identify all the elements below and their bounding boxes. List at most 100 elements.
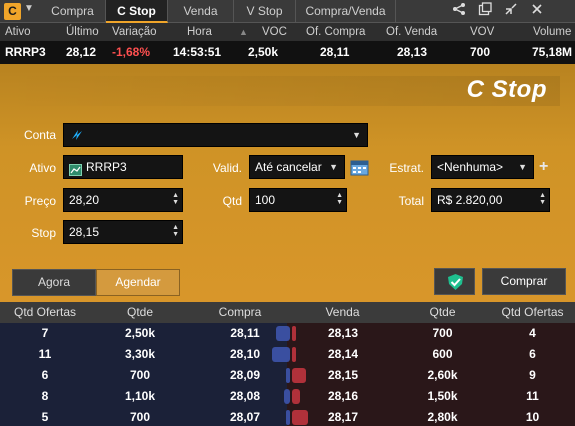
app-menu-button[interactable]: C	[4, 3, 21, 20]
tab-bar: C ▼ Compra C Stop Venda V Stop Compra/Ve…	[0, 0, 575, 23]
col-vov[interactable]: VOV	[470, 23, 494, 41]
add-icon[interactable]: +	[539, 158, 548, 176]
share-icon[interactable]	[450, 1, 468, 21]
stop-input[interactable]: 28,15 ▲ ▼	[63, 220, 183, 244]
buy-qtde: 700	[129, 410, 151, 424]
chevron-down-icon: ▼	[329, 162, 338, 172]
sell-qtde: 600	[432, 347, 453, 361]
total-label: Total	[398, 194, 424, 208]
book-row[interactable]: 5 700 28,07 28,17 2,80k 10	[0, 407, 575, 426]
quote-of-venda: 28,13	[397, 45, 428, 59]
col-of-venda[interactable]: Of. Venda	[386, 23, 437, 41]
comprar-button[interactable]: Comprar	[482, 268, 566, 295]
sell-ofertas: 10	[525, 410, 540, 424]
sell-ofertas: 9	[529, 368, 536, 382]
confirm-toggle-button[interactable]	[434, 268, 475, 295]
tab-v-stop[interactable]: V Stop	[234, 0, 296, 23]
sort-up-icon[interactable]: ▲	[239, 23, 248, 41]
col-ultimo[interactable]: Último	[66, 23, 99, 41]
buy-qtde: 2,50k	[124, 326, 156, 340]
col-volume[interactable]: Volume	[533, 23, 571, 41]
sell-ofertas: 6	[529, 347, 536, 361]
buy-volume-bar	[286, 410, 290, 425]
stepper-icon[interactable]: ▲ ▼	[539, 192, 546, 206]
popout-icon[interactable]	[476, 1, 494, 21]
quote-ativo: RRRP3	[5, 45, 46, 59]
book-row[interactable]: 11 3,30k 28,10 28,14 600 6	[0, 344, 575, 365]
ativo-label: Ativo	[29, 161, 56, 175]
buy-price: 28,11	[230, 326, 260, 340]
sell-volume-bar	[292, 410, 308, 425]
col-ativo[interactable]: Ativo	[5, 23, 31, 41]
buy-price: 28,07	[229, 410, 261, 424]
book-col-sell-qtde[interactable]: Qtde	[395, 302, 490, 323]
buy-volume-bar	[284, 389, 290, 404]
sell-price: 28,13	[327, 326, 359, 340]
qtd-input[interactable]: 100 ▲ ▼	[249, 188, 347, 212]
collapse-icon[interactable]	[502, 1, 520, 21]
ativo-input[interactable]: RRRP3	[63, 155, 183, 179]
sell-qtde: 700	[432, 326, 453, 340]
estrat-select[interactable]: <Nenhuma> ▼	[431, 155, 534, 179]
preco-label: Preço	[24, 194, 56, 208]
quote-voc: 2,50k	[248, 45, 279, 59]
sell-price: 28,14	[327, 347, 359, 361]
agora-button[interactable]: Agora	[12, 269, 96, 296]
close-icon[interactable]	[528, 1, 546, 21]
estrat-label: Estrat.	[389, 161, 424, 175]
book-row[interactable]: 6 700 28,09 28,15 2,60k 9	[0, 365, 575, 386]
asset-icon	[69, 161, 82, 183]
col-of-compra[interactable]: Of. Compra	[306, 23, 365, 41]
stop-label: Stop	[31, 226, 56, 240]
book-col-compra[interactable]: Compra	[190, 302, 290, 323]
chevron-down-icon: ▼	[518, 162, 527, 172]
book-row[interactable]: 7 2,50k 28,11 28,13 700 4	[0, 323, 575, 344]
order-panel: C Stop Conta ▼ Ativo RRRP3 Valid. Até ca…	[0, 64, 575, 302]
buy-qtde: 700	[129, 368, 151, 382]
book-header: Qtd Ofertas Qtde Compra Venda Qtde Qtd O…	[0, 302, 575, 323]
chevron-down-icon[interactable]: ▼	[24, 3, 34, 14]
book-col-buy-ofertas[interactable]: Qtd Ofertas	[0, 302, 90, 323]
quote-of-compra: 28,11	[320, 45, 350, 59]
col-hora[interactable]: Hora	[187, 23, 212, 41]
sell-ofertas: 4	[529, 326, 536, 340]
col-variacao[interactable]: Variação	[112, 23, 157, 41]
quote-row[interactable]: RRRP3 28,12 -1,68% 14:53:51 2,50k 28,11 …	[0, 41, 575, 64]
tab-c-stop[interactable]: C Stop	[106, 0, 168, 23]
valid-select[interactable]: Até cancelar ▼	[249, 155, 345, 179]
agendar-button[interactable]: Agendar	[96, 269, 180, 296]
quote-volume: 75,18M	[532, 45, 573, 59]
buy-ofertas: 6	[41, 368, 49, 382]
calendar-icon[interactable]	[350, 158, 369, 179]
valid-value: Até cancelar	[255, 160, 322, 174]
quote-variacao: -1,68%	[112, 45, 151, 59]
stepper-icon[interactable]: ▲ ▼	[172, 224, 179, 238]
sell-price: 28,17	[327, 410, 359, 424]
preco-input[interactable]: 28,20 ▲ ▼	[63, 188, 183, 212]
tab-compra-venda[interactable]: Compra/Venda	[296, 0, 396, 23]
total-input[interactable]: R$ 2.820,00 ▲ ▼	[431, 188, 550, 212]
stop-value: 28,15	[69, 225, 100, 239]
order-book: 7 2,50k 28,11 28,13 700 4 11 3,30k 28,10…	[0, 323, 575, 426]
book-row[interactable]: 8 1,10k 28,08 28,16 1,50k 11	[0, 386, 575, 407]
buy-price: 28,10	[229, 347, 261, 361]
sell-volume-bar	[292, 326, 296, 341]
conta-select[interactable]: ▼	[63, 123, 368, 147]
book-col-sell-ofertas[interactable]: Qtd Ofertas	[490, 302, 575, 323]
book-col-venda[interactable]: Venda	[290, 302, 395, 323]
buy-ofertas: 5	[41, 410, 49, 424]
buy-ofertas: 11	[38, 347, 52, 361]
tab-venda[interactable]: Venda	[168, 0, 234, 23]
sell-volume-bar	[292, 368, 306, 383]
quote-ultimo: 28,12	[66, 45, 97, 59]
broker-logo-icon	[69, 127, 85, 150]
conta-label: Conta	[23, 128, 56, 142]
total-value: R$ 2.820,00	[437, 193, 503, 207]
chevron-down-icon: ▼	[352, 130, 361, 140]
col-voc[interactable]: VOC	[262, 23, 287, 41]
sell-volume-bar	[292, 389, 300, 404]
book-col-buy-qtde[interactable]: Qtde	[90, 302, 190, 323]
tab-compra[interactable]: Compra	[40, 0, 106, 23]
stepper-icon[interactable]: ▲ ▼	[172, 192, 179, 206]
stepper-icon[interactable]: ▲ ▼	[336, 192, 343, 206]
